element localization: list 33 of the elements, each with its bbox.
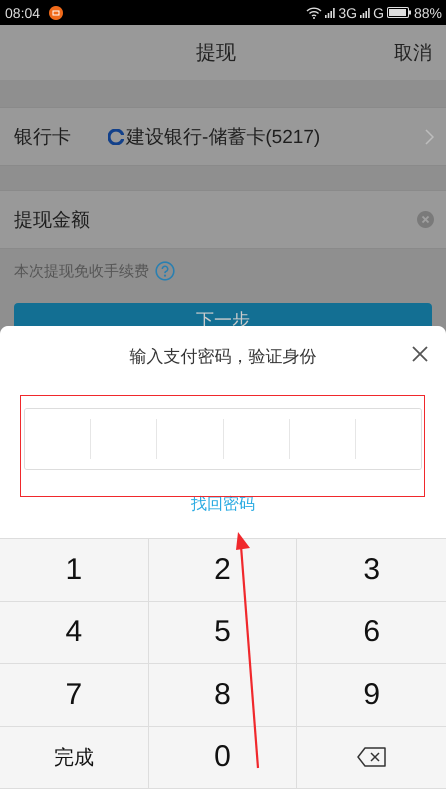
row-label: 提现金额 — [14, 208, 91, 232]
backspace-icon — [356, 747, 387, 768]
battery-level: 88% — [414, 4, 442, 20]
battery-icon — [386, 7, 411, 18]
password-field[interactable] — [24, 408, 422, 470]
notification-icon — [49, 6, 64, 20]
digit-key[interactable]: 0 — [148, 726, 298, 789]
bank-logo-icon — [108, 128, 124, 144]
signal-icon — [360, 8, 370, 18]
digit-key[interactable]: 7 — [0, 664, 149, 726]
digit-key[interactable]: 5 — [148, 602, 298, 664]
close-icon — [412, 346, 428, 362]
signal-icon — [325, 8, 336, 18]
bank-card-row[interactable]: 银行卡 建设银行-储蓄卡(5217) — [0, 107, 446, 166]
digit-key[interactable]: 1 — [0, 539, 149, 602]
help-icon — [155, 261, 175, 281]
bank-card-name: 建设银行-储蓄卡(5217) — [126, 126, 320, 150]
clock: 08:04 — [5, 4, 40, 20]
fee-note: 本次提现免收手续费 — [14, 262, 149, 280]
chevron-right-icon — [425, 128, 434, 144]
network-label: 3G — [338, 4, 358, 20]
network-label: G — [373, 4, 384, 20]
cancel-button[interactable]: 取消 — [394, 40, 432, 66]
close-button[interactable] — [412, 346, 428, 362]
page-title: 提现 — [195, 39, 237, 66]
digit-key[interactable]: 8 — [148, 664, 298, 726]
wifi-icon — [306, 6, 322, 18]
digit-key[interactable]: 4 — [0, 602, 149, 664]
row-label: 银行卡 — [14, 124, 72, 150]
dialog-title: 输入支付密码，验证身份 — [130, 346, 316, 368]
digit-key[interactable]: 2 — [148, 539, 298, 602]
done-key[interactable]: 完成 — [0, 726, 149, 789]
clear-icon — [417, 211, 434, 228]
